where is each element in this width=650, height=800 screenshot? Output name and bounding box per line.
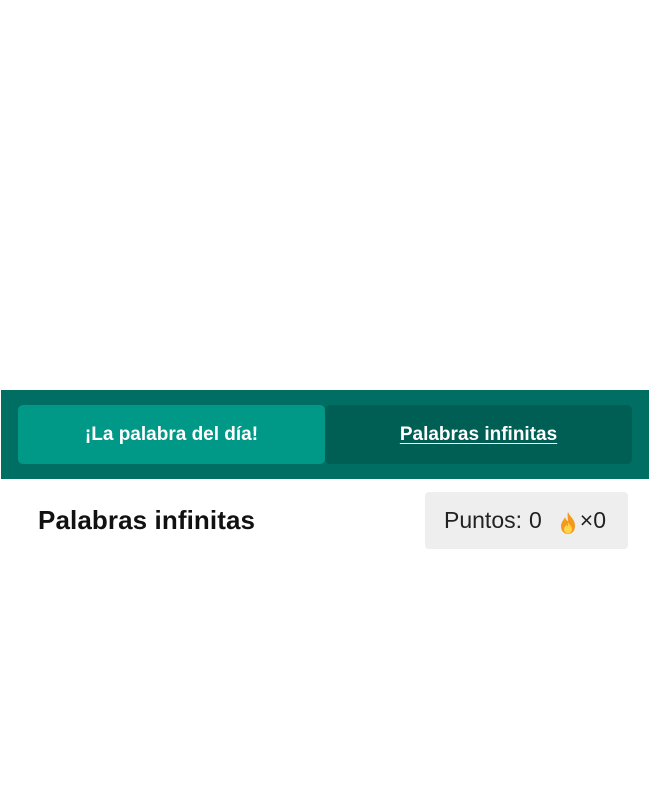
streak-count: ×0 — [579, 507, 607, 533]
score-value: 0 — [529, 507, 542, 533]
fire-icon — [558, 511, 578, 535]
tab-infinite-words-label: Palabras infinitas — [399, 423, 558, 445]
page: ¡La palabra del día! Palabras infinitas … — [0, 0, 650, 800]
page-title: Palabras infinitas — [38, 505, 256, 535]
score-box: Puntos: 0 ×0 — [425, 492, 628, 549]
game-header: Palabras infinitas Puntos: 0 ×0 — [0, 479, 650, 559]
mode-tabs: ¡La palabra del día! Palabras infinitas — [1, 390, 649, 479]
tab-daily-word[interactable]: ¡La palabra del día! — [18, 405, 325, 464]
tab-infinite-words[interactable]: Palabras infinitas — [325, 405, 632, 464]
tab-daily-word-label: ¡La palabra del día! — [84, 423, 259, 445]
blank-area — [0, 0, 650, 390]
score-label: Puntos: — [444, 507, 522, 533]
